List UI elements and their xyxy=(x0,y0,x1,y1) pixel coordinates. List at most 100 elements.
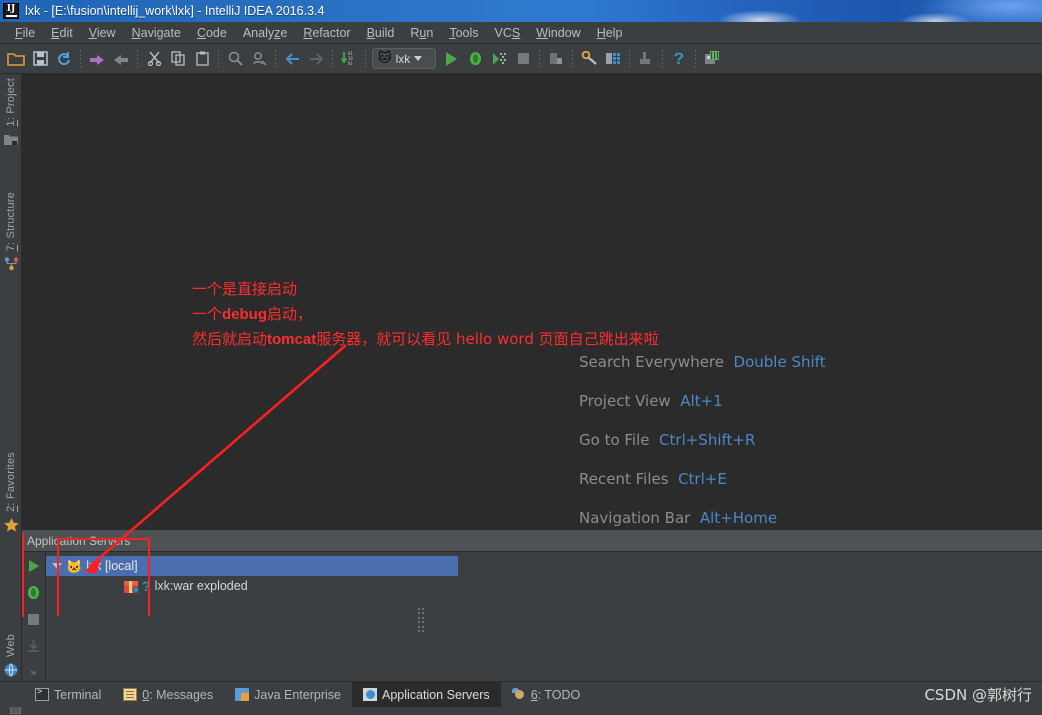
help-icon[interactable]: ? xyxy=(667,47,691,71)
hint-search-everywhere: Search Everywhere Double Shift xyxy=(579,353,826,371)
copy-icon[interactable] xyxy=(166,47,190,71)
table-row[interactable]: ? lxk:war exploded xyxy=(46,576,1042,596)
artifact-node-label: lxk:war exploded xyxy=(154,579,248,593)
menu-edit[interactable]: Edit xyxy=(43,25,81,41)
tab-java-enterprise[interactable]: Java Enterprise xyxy=(224,682,352,708)
back-icon[interactable] xyxy=(280,47,304,71)
sidebar-item-web[interactable]: Web xyxy=(0,634,22,681)
application-servers-icon xyxy=(362,688,377,701)
menu-view[interactable]: View xyxy=(81,25,124,41)
settings-icon[interactable] xyxy=(577,47,601,71)
run-server-button[interactable] xyxy=(25,558,43,575)
save-all-icon[interactable] xyxy=(28,47,52,71)
messages-icon xyxy=(123,688,138,701)
terminal-icon xyxy=(35,687,49,701)
update-project-icon[interactable]: 01 10 01 xyxy=(337,47,361,71)
tab-application-servers[interactable]: Application Servers xyxy=(351,681,501,708)
table-row[interactable]: 🐱 lxk [local] xyxy=(46,556,458,576)
more-button[interactable]: » xyxy=(25,664,43,681)
menu-build[interactable]: Build xyxy=(359,25,403,41)
tab-terminal-label: Terminal xyxy=(54,687,102,702)
find-icon[interactable] xyxy=(223,47,247,71)
question-mark-icon: ? xyxy=(142,578,151,594)
sidebar-item-project[interactable]: 1: Project xyxy=(0,78,22,150)
debug-button[interactable] xyxy=(463,47,487,71)
hint-go-to-file: Go to File Ctrl+Shift+R xyxy=(579,431,756,449)
memory-indicator-icon[interactable] xyxy=(700,47,724,71)
svg-text:01: 01 xyxy=(348,61,353,66)
sidebar-item-favorites-label: 2: Favorites xyxy=(5,452,17,512)
tool-window-header: Application Servers xyxy=(22,530,1042,552)
run-configuration-selector[interactable]: 🐱 lxk xyxy=(372,48,436,69)
project-structure-icon[interactable] xyxy=(601,47,625,71)
annotation-line-2: 一个debug启动， xyxy=(192,305,313,323)
undo-icon[interactable] xyxy=(85,47,109,71)
tool-window-splitter[interactable] xyxy=(417,608,425,632)
stop-server-button[interactable] xyxy=(25,611,43,628)
tab-messages[interactable]: 0: Messages xyxy=(112,682,224,708)
tab-java-enterprise-label: Java Enterprise xyxy=(254,687,341,702)
tab-todo[interactable]: 6: TODO xyxy=(501,682,592,708)
tab-todo-label: 6: TODO xyxy=(530,687,581,702)
forward-icon[interactable] xyxy=(304,47,328,71)
deploy-button[interactable] xyxy=(25,638,43,655)
menu-window[interactable]: Window xyxy=(528,25,588,41)
debug-server-button[interactable] xyxy=(24,585,43,602)
menu-file[interactable]: File xyxy=(7,25,43,41)
run-configuration-label: lxk xyxy=(395,51,411,66)
menu-run[interactable]: Run xyxy=(402,25,441,41)
toolbar-separator xyxy=(332,49,333,68)
sidebar-item-favorites[interactable]: 2: Favorites xyxy=(0,452,22,536)
left-tool-rail: 1: Project 7: Structure 2: Favorites Web xyxy=(0,74,22,681)
synchronize-icon[interactable] xyxy=(52,47,76,71)
tool-window-title: Application Servers xyxy=(27,533,131,548)
chevron-down-icon[interactable] xyxy=(414,56,423,61)
menu-tools[interactable]: Tools xyxy=(441,25,486,41)
java-enterprise-icon xyxy=(235,688,250,701)
run-with-coverage-button[interactable] xyxy=(487,47,511,71)
redo-icon[interactable] xyxy=(109,47,133,71)
star-icon xyxy=(3,517,19,536)
web-globe-icon xyxy=(4,662,18,681)
menu-help[interactable]: Help xyxy=(589,25,631,41)
open-module-settings-icon[interactable] xyxy=(544,47,568,71)
menu-code[interactable]: Code xyxy=(189,25,235,41)
menu-vcs[interactable]: VCS xyxy=(487,25,529,41)
sidebar-item-project-label: 1: Project xyxy=(5,78,17,127)
tool-window-body: » 🐱 lxk [local] ? lxk:war exploded xyxy=(22,552,1042,681)
run-button[interactable] xyxy=(439,47,463,71)
menubar: File Edit View Navigate Code Analyze Ref… xyxy=(0,22,1042,44)
cut-icon[interactable] xyxy=(142,47,166,71)
sdk-icon[interactable] xyxy=(634,47,658,71)
toolbar-separator xyxy=(629,49,630,68)
project-folder-icon xyxy=(4,131,18,150)
sidebar-item-web-label: Web xyxy=(5,634,17,658)
open-folder-icon[interactable] xyxy=(4,47,28,71)
window-title: lxk - [E:\fusion\intellij_work\lxk] - In… xyxy=(25,4,325,18)
hint-project-view: Project View Alt+1 xyxy=(579,392,723,410)
tab-messages-label: 0: Messages xyxy=(142,687,214,702)
toolbar-separator xyxy=(218,49,219,68)
main-toolbar: 01 10 01 🐱 lxk ? xyxy=(0,44,1042,74)
find-usages-icon[interactable] xyxy=(247,47,271,71)
triangle-down-icon[interactable] xyxy=(52,563,62,569)
servers-tree: 🐱 lxk [local] ? lxk:war exploded xyxy=(46,552,1042,681)
stop-button[interactable] xyxy=(511,47,535,71)
toolbar-separator xyxy=(572,49,573,68)
bottom-cut-off-strip xyxy=(0,707,1042,715)
sidebar-item-structure-label: 7: Structure xyxy=(5,192,17,252)
menu-refactor[interactable]: Refactor xyxy=(295,25,358,41)
menu-analyze[interactable]: Analyze xyxy=(235,25,295,41)
checkbox-icon[interactable] xyxy=(10,707,21,714)
toolbar-separator xyxy=(275,49,276,68)
artifact-gift-icon xyxy=(124,580,139,593)
paste-icon[interactable] xyxy=(190,47,214,71)
tab-terminal[interactable]: Terminal xyxy=(24,682,112,708)
menu-navigate[interactable]: Navigate xyxy=(124,25,189,41)
intellij-idea-logo-icon: IJ xyxy=(3,3,19,19)
toolbar-separator xyxy=(539,49,540,68)
tomcat-cat-icon: 🐱 xyxy=(66,558,83,574)
editor-welcome-area: 一个是直接启动 一个debug启动， 然后就启动tomcat服务器，就可以看见 … xyxy=(22,74,1042,566)
toolbar-separator xyxy=(137,49,138,68)
sidebar-item-structure[interactable]: 7: Structure xyxy=(0,192,22,275)
